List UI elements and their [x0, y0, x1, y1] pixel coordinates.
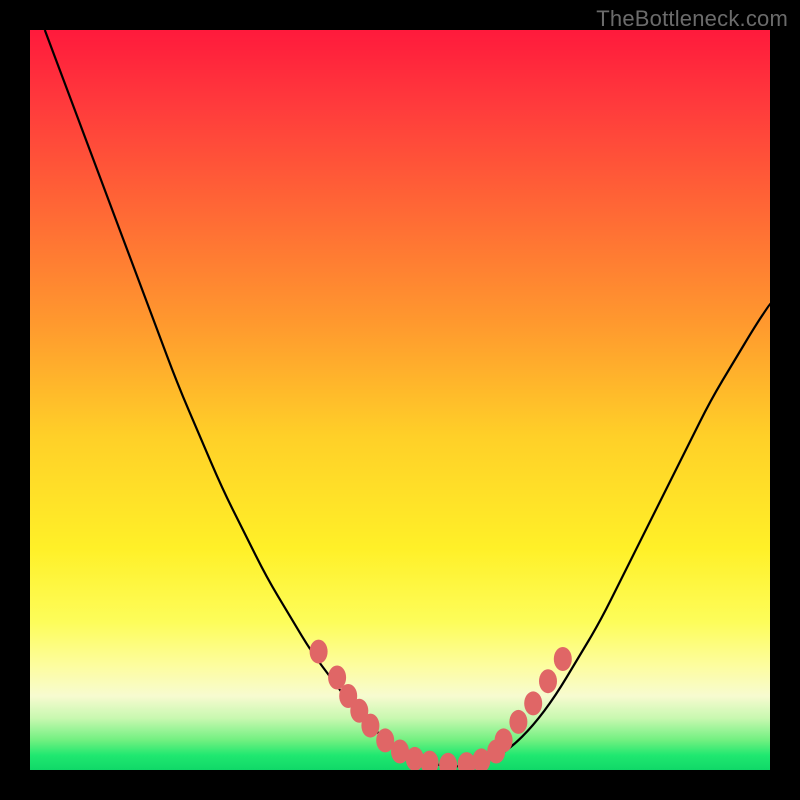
bottleneck-curve	[45, 30, 770, 766]
curve-marker	[524, 691, 542, 715]
curve-marker	[310, 640, 328, 664]
highlighted-dots	[310, 640, 572, 770]
curve-layer	[30, 30, 770, 770]
curve-marker	[554, 647, 572, 671]
plot-area	[30, 30, 770, 770]
watermark-text: TheBottleneck.com	[596, 6, 788, 32]
curve-marker	[361, 714, 379, 738]
chart-frame: TheBottleneck.com	[0, 0, 800, 800]
curve-marker	[495, 728, 513, 752]
curve-marker	[539, 669, 557, 693]
curve-marker	[439, 753, 457, 770]
curve-marker	[509, 710, 527, 734]
curve-marker	[421, 751, 439, 770]
